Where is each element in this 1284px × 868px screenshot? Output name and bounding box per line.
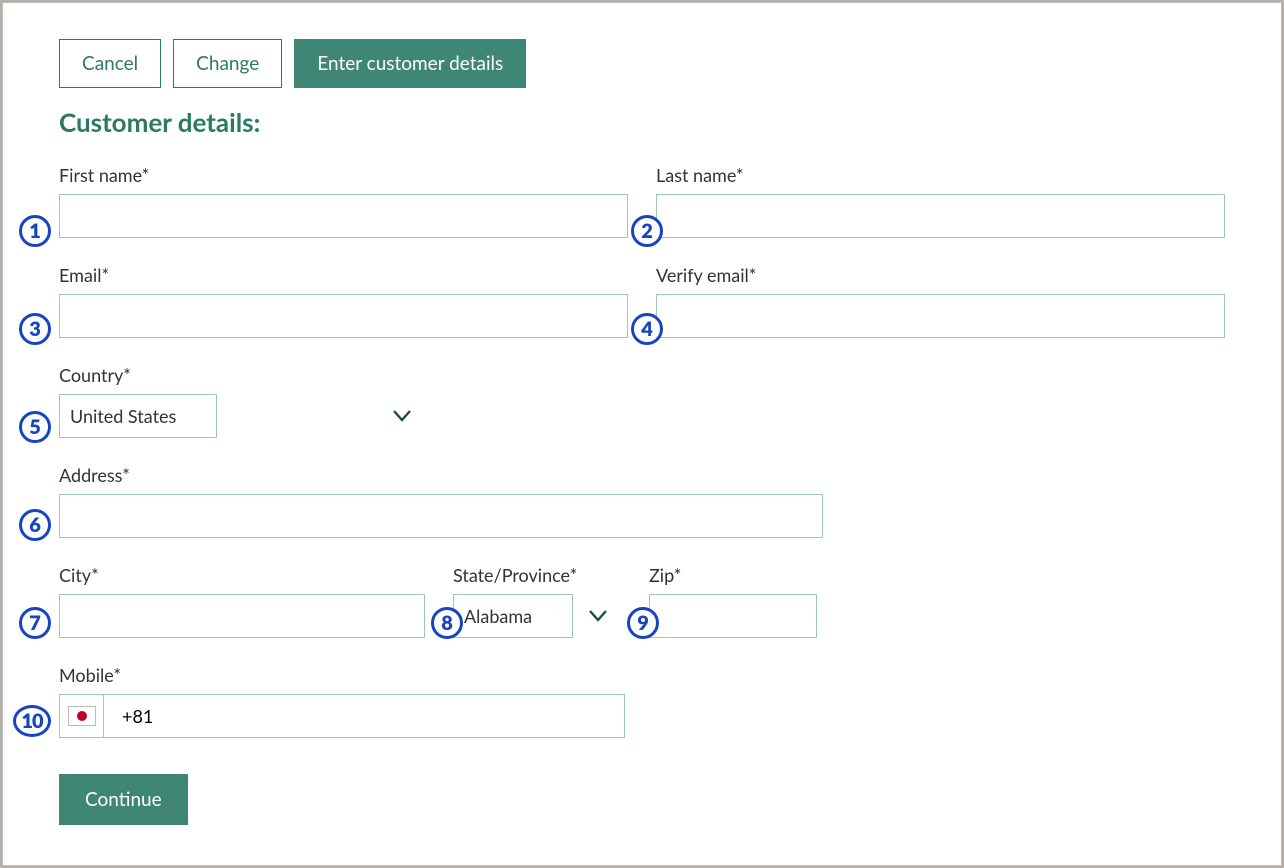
marker-6: 6 <box>19 509 51 541</box>
marker-5: 5 <box>19 411 51 443</box>
first-name-label: First name* <box>59 164 628 186</box>
city-label: City* <box>59 564 425 586</box>
address-input[interactable] <box>59 494 823 538</box>
form-frame: Cancel Change Enter customer details Cus… <box>2 2 1282 866</box>
top-button-bar: Cancel Change Enter customer details <box>59 39 1225 88</box>
zip-label: Zip* <box>649 564 817 586</box>
country-code-flag-button[interactable] <box>59 694 103 738</box>
mobile-input[interactable] <box>103 694 625 738</box>
marker-7: 7 <box>19 607 51 639</box>
section-title: Customer details: <box>59 106 1225 138</box>
last-name-label: Last name* <box>656 164 1225 186</box>
chevron-down-icon <box>589 610 607 622</box>
marker-8: 8 <box>431 607 463 639</box>
address-label: Address* <box>59 464 823 486</box>
zip-input[interactable] <box>649 594 817 638</box>
japan-flag-icon <box>68 706 96 726</box>
marker-2: 2 <box>631 215 663 247</box>
marker-10: 10 <box>13 705 51 737</box>
mobile-label: Mobile* <box>59 664 625 686</box>
verify-email-input[interactable] <box>656 294 1225 338</box>
enter-customer-details-button[interactable]: Enter customer details <box>294 39 526 88</box>
marker-3: 3 <box>19 313 51 345</box>
email-input[interactable] <box>59 294 628 338</box>
country-select[interactable]: United States <box>59 394 217 438</box>
cancel-button[interactable]: Cancel <box>59 39 161 88</box>
state-label: State/Province* <box>453 564 621 586</box>
marker-1: 1 <box>19 215 51 247</box>
change-button[interactable]: Change <box>173 39 282 88</box>
continue-button[interactable]: Continue <box>59 774 188 825</box>
last-name-input[interactable] <box>656 194 1225 238</box>
marker-9: 9 <box>627 607 659 639</box>
country-label: Country* <box>59 364 425 386</box>
marker-4: 4 <box>631 313 663 345</box>
chevron-down-icon <box>393 410 411 422</box>
city-input[interactable] <box>59 594 425 638</box>
first-name-input[interactable] <box>59 194 628 238</box>
verify-email-label: Verify email* <box>656 264 1225 286</box>
email-label: Email* <box>59 264 628 286</box>
state-select[interactable]: Alabama <box>453 594 573 638</box>
